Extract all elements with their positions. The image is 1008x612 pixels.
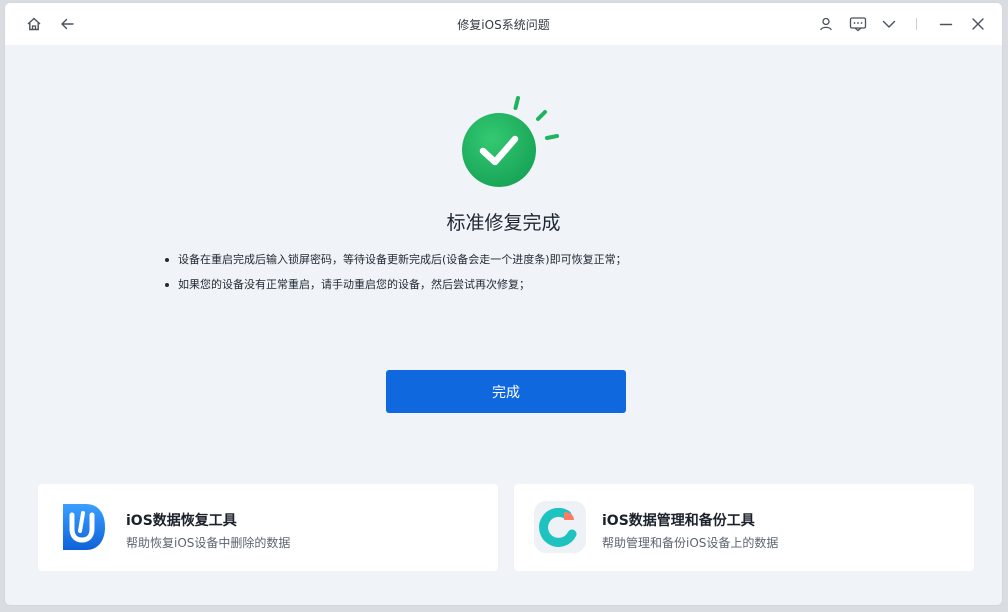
card-title: iOS数据恢复工具 (126, 513, 237, 529)
success-check-icon (455, 93, 565, 193)
card-description: 帮助管理和备份iOS设备上的数据 (602, 536, 779, 550)
card-title: iOS数据管理和备份工具 (602, 513, 755, 529)
app-window: 修复iOS系统问题 标准修复完成 设备在重启完成后输入锁屏密码，等待设备更新完成… (4, 2, 1003, 606)
close-icon[interactable] (967, 13, 989, 35)
instruction-item: 设备在重启完成后输入锁屏密码，等待设备更新完成后(设备会走一个进度条)即可恢复正… (165, 253, 627, 267)
titlebar-divider (916, 18, 917, 30)
data-manager-card[interactable]: iOS数据管理和备份工具 帮助管理和备份iOS设备上的数据 (514, 484, 974, 571)
feedback-icon[interactable] (847, 13, 869, 35)
chevron-down-icon[interactable] (878, 13, 900, 35)
user-icon[interactable] (815, 13, 837, 35)
data-manager-icon (534, 501, 586, 553)
result-heading: 标准修复完成 (446, 212, 561, 234)
data-recovery-card[interactable]: iOS数据恢复工具 帮助恢复iOS设备中删除的数据 (38, 484, 498, 571)
card-description: 帮助恢复iOS设备中删除的数据 (126, 536, 291, 550)
instruction-list: 设备在重启完成后输入锁屏密码，等待设备更新完成后(设备会走一个进度条)即可恢复正… (165, 253, 627, 303)
title-bar: 修复iOS系统问题 (5, 3, 1002, 45)
minimize-icon[interactable] (935, 13, 957, 35)
data-recovery-icon (58, 501, 110, 553)
done-button[interactable]: 完成 (386, 370, 626, 413)
instruction-item: 如果您的设备没有正常重启，请手动重启您的设备，然后尝试再次修复； (165, 278, 627, 292)
